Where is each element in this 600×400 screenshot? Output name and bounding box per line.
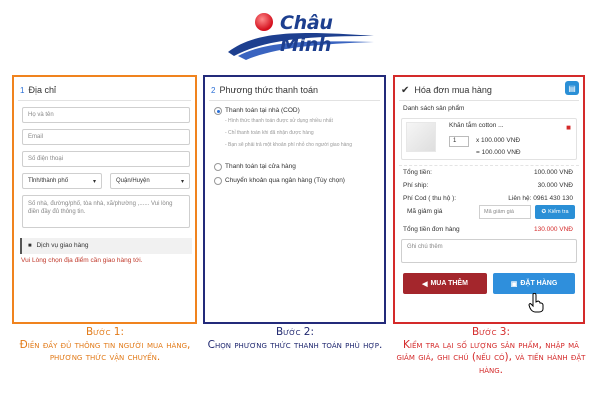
step1-title: Bước 1:: [85, 326, 125, 338]
chevron-down-icon: ▾: [92, 179, 96, 185]
address-panel: 1 Địa chỉ Họ và tên Email Số điện thoại …: [12, 75, 197, 324]
address-textarea[interactable]: Số nhà, đường/phố, tòa nhà, xã/phường ,.…: [22, 195, 190, 228]
continue-shopping-label: MUA THÊM: [430, 280, 468, 287]
step2-caption: Bước 2: Chọn phương thức thanh toán phù …: [203, 326, 387, 351]
district-select[interactable]: Quận/Huyện ▾: [110, 173, 190, 189]
printer-icon[interactable]: ▤: [565, 81, 579, 95]
check-coupon-button[interactable]: ✪ Kiểm tra: [535, 205, 575, 219]
store-payment-radio[interactable]: [214, 163, 222, 171]
line-total: = 100.000 VNĐ: [476, 149, 521, 156]
arrow-left-icon: ◀: [422, 280, 428, 288]
divider: [399, 165, 579, 166]
address-panel-title: Địa chỉ: [28, 85, 56, 95]
truck-icon: ■: [28, 243, 32, 249]
step-number: 1: [20, 85, 25, 95]
step2-text: Chọn phương thức thanh toán phù hợp.: [207, 338, 383, 351]
unit-price: x 100.000 VNĐ: [476, 137, 521, 144]
payment-panel-header: 2 Phương thức thanh toán: [211, 81, 378, 99]
province-select[interactable]: Tỉnh/thành phố ▾: [22, 173, 102, 189]
hand-cursor-icon: [528, 293, 544, 313]
divider: [209, 100, 380, 101]
cod-note: - Chỉ thanh toán khi đã nhận được hàng: [225, 130, 314, 136]
order-total-value: 130.000 VNĐ: [533, 226, 573, 233]
divider: [399, 100, 579, 101]
cod-note: - Hình thức thanh toán được sử dụng nhiề…: [225, 118, 333, 124]
coupon-label: Mã giảm giá: [407, 208, 443, 215]
subtotal-value: 100.000 VNĐ: [533, 169, 573, 176]
subtotal-label: Tổng tiền:: [403, 169, 432, 176]
chevron-down-icon: ▾: [180, 179, 184, 185]
step3-caption: Bước 3: Kiểm tra lại số lượng sản phẩm, …: [393, 326, 589, 376]
order-total-label: Tổng tiền đơn hàng: [403, 226, 460, 233]
cod-note: - Bạn sẽ phải trả một khoản phí nhỏ cho …: [225, 142, 352, 148]
continue-shopping-button[interactable]: ◀ MUA THÊM: [403, 273, 487, 294]
trash-icon[interactable]: ■: [566, 123, 571, 132]
product-list-label: Danh sách sản phẩm: [403, 105, 465, 112]
cart-icon: ▣: [510, 280, 518, 288]
check-coupon-label: Kiểm tra: [548, 209, 569, 215]
cod-radio[interactable]: [214, 107, 222, 115]
cod-fee-label: Phí Cod ( thu hộ ):: [403, 195, 457, 202]
brand-name: Châu Minh: [280, 12, 333, 56]
address-panel-header: 1 Địa chỉ: [20, 81, 189, 99]
product-item: Khăn tắm cotton ... 1 x 100.000 VNĐ = 10…: [401, 118, 577, 160]
district-select-value: Quận/Huyện: [116, 178, 150, 184]
invoice-panel-title: Hóa đơn mua hàng: [414, 85, 492, 95]
brand-logo: Châu Minh: [224, 6, 380, 62]
place-order-label: ĐẶT HÀNG: [520, 280, 558, 287]
invoice-panel: ✔ Hóa đơn mua hàng ▤ Danh sách sản phẩm …: [393, 75, 585, 324]
cod-option-label[interactable]: Thanh toán tại nhà (COD): [225, 107, 300, 114]
checkmark-icon: ✔: [401, 84, 410, 96]
product-name[interactable]: Khăn tắm cotton ...: [449, 122, 504, 129]
shipping-fee-value: 30.000 VNĐ: [537, 182, 573, 189]
notes-textarea[interactable]: Ghi chú thêm: [401, 239, 577, 263]
bank-transfer-label[interactable]: Chuyển khoản qua ngân hàng (Tùy chọn): [225, 177, 345, 184]
shipping-service-box[interactable]: ■ Dịch vụ giao hàng: [20, 238, 192, 254]
phone-input[interactable]: Số điện thoại: [22, 151, 190, 167]
product-thumbnail: [406, 122, 436, 152]
full-name-input[interactable]: Họ và tên: [22, 107, 190, 123]
email-input[interactable]: Email: [22, 129, 190, 145]
place-order-button[interactable]: ▣ ĐẶT HÀNG: [493, 273, 575, 294]
divider: [18, 100, 191, 101]
shipping-service-label: Dịch vụ giao hàng: [36, 242, 89, 249]
step-number: 2: [211, 85, 216, 95]
quantity-input[interactable]: 1: [449, 136, 469, 147]
shipping-warning: Vui Lòng chọn địa điểm cần giao hàng tới…: [21, 257, 143, 264]
step1-caption: Bước 1: Điền đầy đủ thông tin người mua …: [12, 326, 198, 364]
step3-text: Kiểm tra lại số lượng sản phẩm, nhập mã …: [396, 338, 586, 376]
gear-icon: ✪: [541, 209, 547, 215]
shipping-fee-label: Phí ship:: [403, 182, 429, 189]
step1-text: Điền đầy đủ thông tin người mua hàng, ph…: [19, 338, 191, 364]
bank-transfer-radio[interactable]: [214, 177, 222, 185]
step2-title: Bước 2:: [275, 326, 315, 338]
province-select-value: Tỉnh/thành phố: [28, 178, 69, 184]
coupon-input[interactable]: Mã giảm giá: [479, 205, 531, 219]
invoice-panel-header: ✔ Hóa đơn mua hàng: [401, 81, 577, 99]
step3-title: Bước 3:: [471, 326, 511, 338]
store-payment-label[interactable]: Thanh toán tại cửa hàng: [225, 163, 296, 170]
payment-panel: 2 Phương thức thanh toán Thanh toán tại …: [203, 75, 386, 324]
payment-panel-title: Phương thức thanh toán: [219, 85, 318, 95]
cod-fee-value: Liên hệ: 0961 430 130: [508, 195, 573, 202]
